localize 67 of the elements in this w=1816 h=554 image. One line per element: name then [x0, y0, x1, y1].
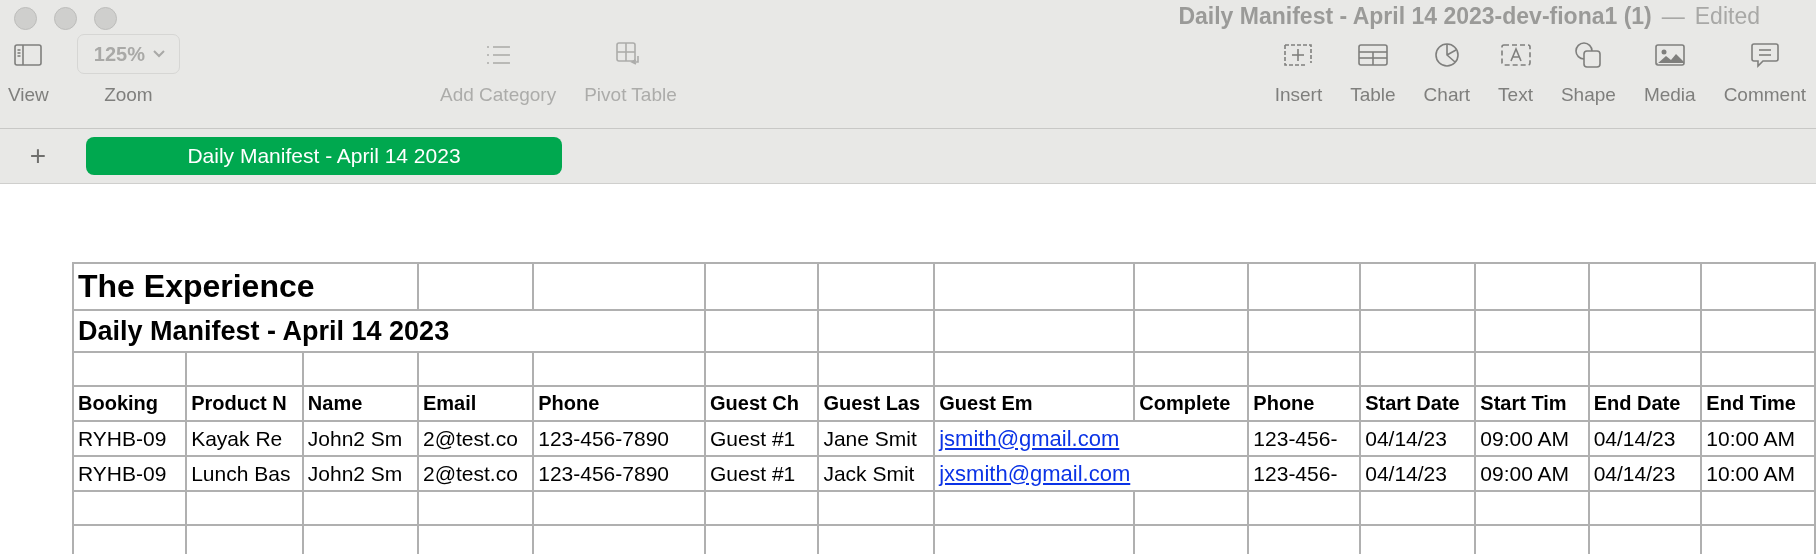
table-cell: 123-456-	[1248, 421, 1361, 456]
table-cell: 10:00 AM	[1701, 456, 1815, 491]
column-header: End Date	[1588, 386, 1702, 421]
window-control[interactable]	[54, 6, 77, 30]
sheet-tab[interactable]: Daily Manifest - April 14 2023	[86, 137, 562, 175]
column-header: End Time	[1701, 386, 1815, 421]
table-subtitle: Daily Manifest - April 14 2023	[73, 310, 706, 352]
column-header: Phone	[1248, 386, 1361, 421]
table-cell: 123-456-	[1248, 456, 1361, 491]
table-title: The Experience	[73, 263, 418, 310]
toolbar-button[interactable]: Media	[1643, 36, 1696, 106]
column-header: Guest Las	[818, 386, 935, 421]
column-header: Guest Em	[934, 386, 1135, 421]
window-control[interactable]	[94, 6, 117, 30]
toolbar-button[interactable]: View	[8, 36, 49, 106]
table-cell: Jack Smit	[818, 456, 935, 491]
column-header: Start Date	[1360, 386, 1476, 421]
toolbar-button[interactable]: Comment	[1723, 36, 1806, 106]
toolbar-button[interactable]: Insert	[1274, 36, 1323, 106]
add-sheet-button[interactable]: +	[18, 140, 58, 172]
table-cell: 09:00 AM	[1475, 456, 1589, 491]
table-cell: 09:00 AM	[1475, 421, 1589, 456]
table-cell: 04/14/23	[1360, 456, 1476, 491]
column-header: Phone	[533, 386, 706, 421]
column-header: Complete	[1134, 386, 1249, 421]
table-cell: RYHB-09	[73, 421, 187, 456]
column-header: Email	[417, 386, 534, 421]
sidebar-icon	[13, 42, 44, 68]
comment-icon	[1749, 41, 1780, 69]
table-cell: John2 Sm	[302, 456, 418, 491]
table-cell: 04/14/23	[1588, 421, 1702, 456]
table-cell: 04/14/23	[1360, 421, 1476, 456]
table-cell: Kayak Re	[186, 421, 303, 456]
column-header: Booking	[73, 386, 187, 421]
table-cell: 2@test.co	[417, 421, 534, 456]
table-cell: 123-456-7890	[533, 456, 706, 491]
table-cell: Lunch Bas	[186, 456, 303, 491]
table-cell: 10:00 AM	[1701, 421, 1815, 456]
toolbar-button[interactable]: Shape	[1560, 36, 1616, 106]
table-cell: RYHB-09	[73, 456, 187, 491]
insert-icon	[1282, 41, 1315, 69]
toolbar-button[interactable]: Chart	[1423, 36, 1471, 106]
table-icon	[1356, 42, 1389, 68]
column-header: Start Tim	[1475, 386, 1589, 421]
table-cell: 04/14/23	[1588, 456, 1702, 491]
toolbar-button[interactable]: Table	[1350, 36, 1396, 106]
edited-status: Edited	[1694, 3, 1760, 30]
chevron-icon	[153, 50, 165, 58]
text-box-icon	[1499, 42, 1532, 68]
table-cell: John2 Sm	[302, 421, 418, 456]
column-header: Product N	[186, 386, 303, 421]
shape-icon	[1573, 40, 1604, 70]
image-icon	[1653, 42, 1686, 68]
table-cell: Guest #1	[705, 421, 819, 456]
column-header: Guest Ch	[705, 386, 819, 421]
table-cell: 123-456-7890	[533, 421, 706, 456]
toolbar-button[interactable]: Text	[1498, 36, 1533, 106]
table-cell: 2@test.co	[417, 456, 534, 491]
table-cell: Jane Smit	[818, 421, 935, 456]
title-separator: —	[1661, 3, 1685, 30]
column-header: Name	[302, 386, 418, 421]
window-control[interactable]	[14, 6, 37, 30]
zoom-dropdown[interactable]: 125%	[76, 34, 180, 74]
pie-chart-icon	[1432, 41, 1461, 69]
toolbar-label: Zoom	[104, 84, 153, 106]
table-cell: Guest #1	[705, 456, 819, 491]
window-title: Daily Manifest - April 14 2023-dev-fiona1 (1)	[1178, 3, 1652, 30]
